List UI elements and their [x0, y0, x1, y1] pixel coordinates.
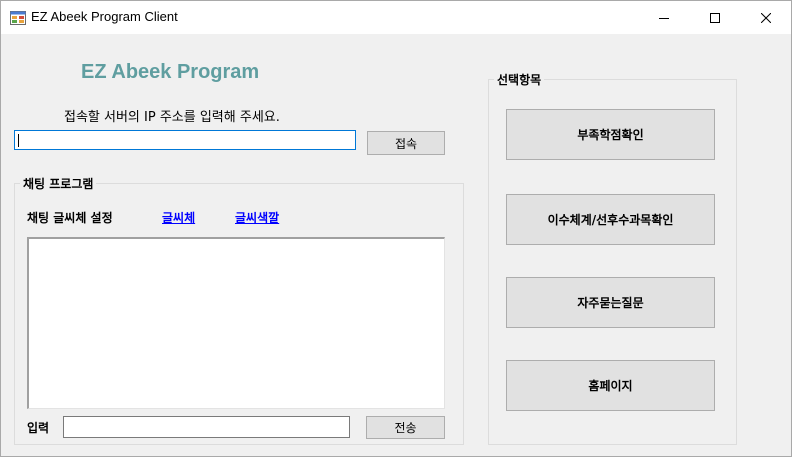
- ip-prompt-label: 접속할 서버의 IP 주소를 입력해 주세요.: [64, 110, 280, 125]
- missing-credits-button[interactable]: 부족학점확인: [506, 109, 715, 160]
- app-window-icon[interactable]: [10, 10, 26, 25]
- maximize-icon: [710, 12, 720, 23]
- font-family-link[interactable]: 글씨체: [162, 209, 195, 226]
- connect-button[interactable]: 접속: [367, 131, 445, 155]
- program-heading: EZ Abeek Program: [81, 61, 260, 83]
- selection-group-title: 선택항목: [494, 71, 545, 88]
- window-title: EZ Abeek Program Client: [31, 9, 178, 24]
- close-icon: [761, 12, 771, 23]
- minimize-icon: [659, 13, 669, 23]
- curriculum-prerequisite-button[interactable]: 이수체계/선후수과목확인: [506, 194, 715, 245]
- message-input[interactable]: [63, 416, 350, 438]
- app-window: EZ Abeek Program Client EZ Abeek Program…: [0, 0, 792, 457]
- send-button[interactable]: 전송: [366, 416, 445, 439]
- chat-font-setting-label: 채팅 글씨체 설정: [27, 211, 113, 225]
- chat-display-area[interactable]: [27, 237, 445, 409]
- close-button[interactable]: [743, 1, 789, 34]
- maximize-button[interactable]: [692, 1, 738, 34]
- chat-group-title: 채팅 프로그램: [20, 175, 97, 192]
- font-color-link[interactable]: 글씨색깔: [235, 209, 279, 226]
- minimize-button[interactable]: [641, 1, 687, 34]
- server-ip-input[interactable]: [14, 130, 356, 150]
- title-bar[interactable]: EZ Abeek Program Client: [1, 1, 791, 34]
- faq-button[interactable]: 자주묻는질문: [506, 277, 715, 328]
- message-input-label: 입력: [27, 421, 50, 435]
- text-caret: [18, 134, 19, 147]
- client-form: EZ Abeek Program 접속할 서버의 IP 주소를 입력해 주세요.…: [1, 34, 791, 456]
- homepage-button[interactable]: 홈페이지: [506, 360, 715, 411]
